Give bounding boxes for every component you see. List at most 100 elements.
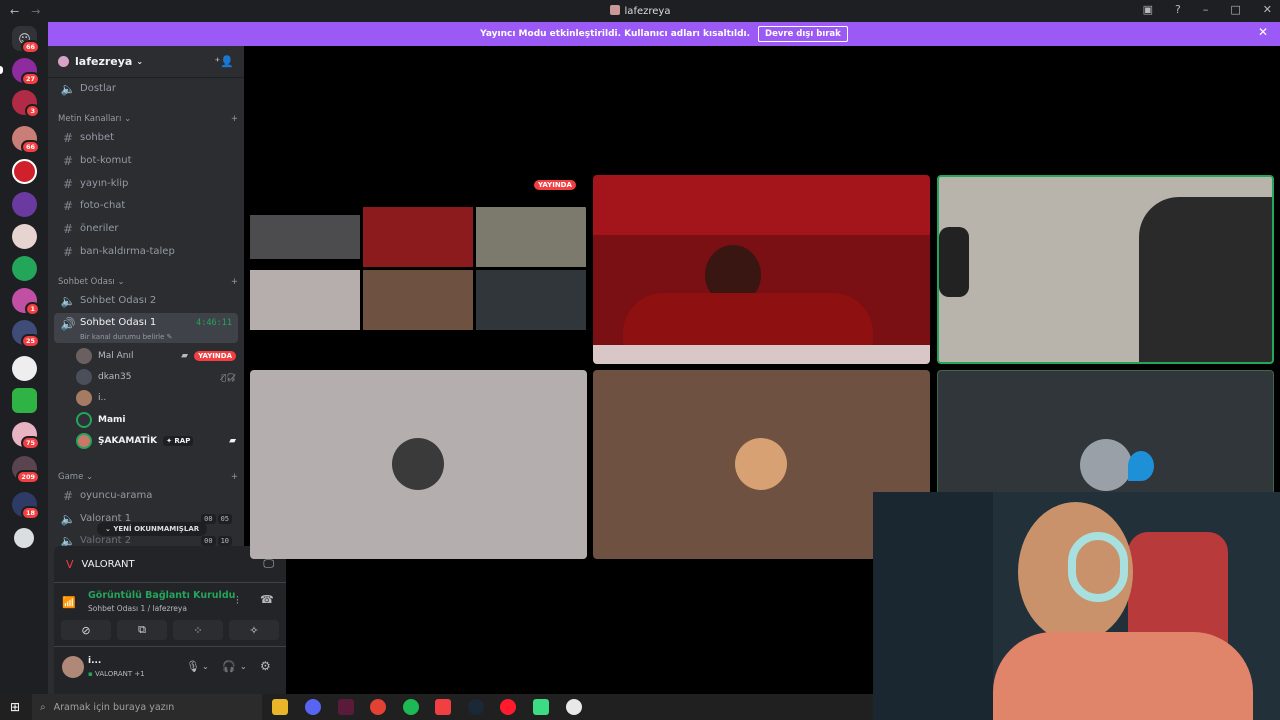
avatar: [76, 390, 92, 406]
stream-thumbnail: [250, 270, 360, 330]
channel-bot-komut[interactable]: # bot-komut: [54, 150, 238, 171]
server-icon[interactable]: 75: [12, 422, 40, 450]
voice-user[interactable]: Mami: [76, 410, 236, 430]
server-icon[interactable]: 27: [12, 58, 40, 86]
headphones-icon[interactable]: 🎧: [222, 660, 236, 673]
add-channel-icon[interactable]: +: [231, 472, 238, 482]
disconnect-icon[interactable]: ☎: [260, 593, 274, 606]
camera-off-button[interactable]: ⊘: [61, 620, 111, 640]
channel-foto-chat[interactable]: # foto-chat: [54, 195, 238, 216]
noise-suppression-icon[interactable]: ⫶: [236, 594, 239, 608]
file-explorer-icon[interactable]: [272, 699, 288, 715]
app-icon[interactable]: [533, 699, 549, 715]
server-icon[interactable]: 209: [12, 456, 40, 484]
server-icon[interactable]: 25: [12, 320, 40, 348]
opera-icon[interactable]: [500, 699, 516, 715]
screen-share-button[interactable]: ⧉: [117, 620, 167, 640]
voice-user[interactable]: dkan35 🎙̸🎧̸: [76, 367, 236, 387]
server-icon[interactable]: [12, 192, 37, 217]
channel-ban-kaldirma-talep[interactable]: # ban-kaldırma-talep: [54, 241, 238, 262]
channel-sohbet[interactable]: # sohbet: [54, 127, 238, 148]
screen-share-tile[interactable]: [250, 205, 586, 350]
avatar[interactable]: [62, 656, 84, 678]
camera-icon: ▰: [181, 351, 189, 361]
channel-oneriler[interactable]: # öneriler: [54, 218, 238, 239]
new-unread-pill[interactable]: ⌄ YENİ OKUNMAMIŞLAR: [97, 522, 208, 536]
user-limit-count: 05: [217, 514, 232, 524]
invite-icon[interactable]: ⁺👤: [214, 55, 234, 68]
channel-yayin-klip[interactable]: # yayın-klip: [54, 173, 238, 194]
server-icon[interactable]: 3: [12, 90, 40, 118]
video-tile[interactable]: [937, 175, 1274, 364]
voice-status[interactable]: Görüntülü Bağlantı Kuruldu: [88, 590, 235, 601]
headphones: [939, 227, 969, 297]
connection-icon: 📶: [62, 596, 76, 609]
chevron-down-icon[interactable]: ⌄: [202, 662, 209, 671]
stream-thumbnail: [363, 270, 473, 330]
server-icon[interactable]: [12, 224, 37, 249]
video-tile[interactable]: [250, 370, 587, 559]
channel-status-placeholder[interactable]: Bir kanal durumu belirle ✎: [80, 333, 173, 341]
close-window-icon[interactable]: ✕: [1263, 3, 1272, 16]
discord-icon[interactable]: [305, 699, 321, 715]
user-name[interactable]: i...: [88, 656, 101, 666]
user-name: Mami: [98, 415, 126, 425]
gear-icon[interactable]: ⚙: [260, 659, 271, 673]
voice-user[interactable]: Mal Anıl ▰ YAYINDA: [76, 346, 236, 366]
server-icon[interactable]: [12, 388, 37, 413]
video-tile[interactable]: [593, 175, 930, 364]
microphone-icon[interactable]: 🎙: [186, 660, 200, 673]
windows-start-icon[interactable]: ⊞: [10, 700, 20, 714]
server-icon[interactable]: [12, 256, 37, 281]
screen-share-icon[interactable]: 🖵: [263, 557, 274, 571]
channel-oyuncu-arama[interactable]: # oyuncu-arama: [54, 485, 238, 506]
channel-label: ban-kaldırma-talep: [80, 246, 175, 257]
direct-messages-icon[interactable]: ☺ 66: [12, 26, 40, 54]
soundboard-button[interactable]: ✧: [229, 620, 279, 640]
valorant-icon[interactable]: [435, 699, 451, 715]
server-icon[interactable]: 18: [12, 492, 40, 520]
voice-location[interactable]: Sohbet Odası 1 / lafezreya: [88, 604, 187, 613]
voice-channel-sohbet-1[interactable]: 🔊 Sohbet Odası 1 4:46:11 Bir kanal durumu…: [54, 313, 238, 343]
maximize-icon[interactable]: □: [1230, 3, 1240, 16]
add-channel-icon[interactable]: +: [231, 114, 238, 124]
voice-user[interactable]: i..: [76, 388, 236, 408]
server-icon[interactable]: [14, 528, 34, 548]
steam-icon[interactable]: [468, 699, 484, 715]
badge: 3: [25, 104, 40, 118]
chevron-down-icon: ⌄: [86, 472, 94, 482]
forward-arrow-icon[interactable]: →: [31, 5, 40, 18]
chrome-icon[interactable]: [370, 699, 386, 715]
activities-button[interactable]: ⁘: [173, 620, 223, 640]
channel-friends[interactable]: 🔈 Dostlar: [54, 78, 238, 99]
add-channel-icon[interactable]: +: [231, 277, 238, 287]
back-arrow-icon[interactable]: ←: [10, 5, 19, 18]
voice-user[interactable]: ŞAKAMATİK ✦ RAP ▰: [76, 431, 236, 451]
server-header[interactable]: lafezreya ⌄ ⁺👤: [48, 46, 244, 78]
channel-sidebar: lafezreya ⌄ ⁺👤 🔈 Dostlar Metin Kanalları …: [48, 46, 286, 720]
voice-channel-sohbet-2[interactable]: 🔈 Sohbet Odası 2: [54, 290, 238, 311]
category-voice[interactable]: Sohbet Odası ⌄ +: [58, 277, 238, 287]
inbox-icon[interactable]: ▣: [1143, 3, 1153, 16]
taskbar-search[interactable]: ⌕ Aramak için buraya yazın: [32, 694, 262, 720]
server-icon[interactable]: [12, 159, 37, 184]
app-icon[interactable]: [338, 699, 354, 715]
new-unread-label: YENİ OKUNMAMIŞLAR: [113, 525, 200, 533]
category-label: Metin Kanalları: [58, 114, 122, 124]
avatar: [735, 438, 787, 490]
close-banner-icon[interactable]: ✕: [1258, 25, 1268, 39]
help-icon[interactable]: ?: [1175, 3, 1181, 16]
server-icon[interactable]: 66: [12, 126, 40, 154]
server-icon[interactable]: [12, 356, 37, 381]
hashtag-icon: #: [62, 153, 74, 168]
hashtag-icon: #: [62, 488, 74, 503]
category-text[interactable]: Metin Kanalları ⌄ +: [58, 114, 238, 124]
spotify-icon[interactable]: [403, 699, 419, 715]
minimize-icon[interactable]: –: [1203, 3, 1209, 16]
chevron-down-icon[interactable]: ⌄: [240, 662, 247, 671]
server-icon[interactable]: 1: [12, 288, 40, 316]
call-timer: 4:46:11: [196, 318, 232, 328]
category-game[interactable]: Game ⌄ +: [58, 472, 238, 482]
obs-icon[interactable]: [566, 699, 582, 715]
disable-streamer-mode-button[interactable]: Devre dışı bırak: [758, 26, 848, 42]
